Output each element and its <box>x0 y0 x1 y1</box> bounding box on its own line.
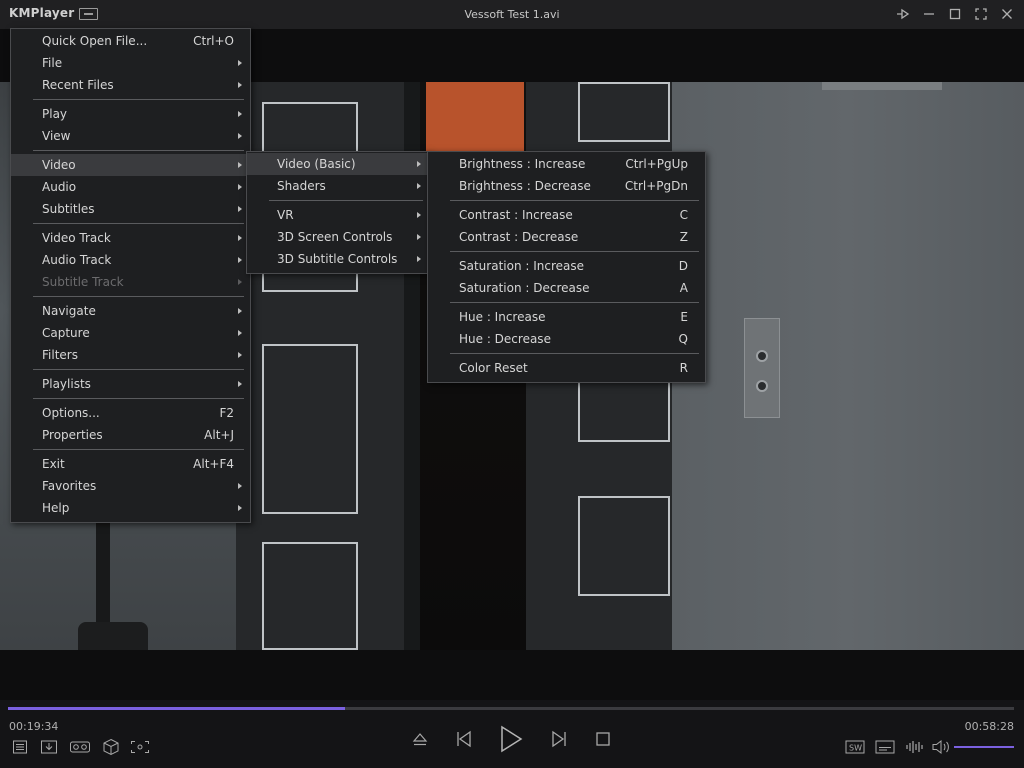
menu-item-subtitles[interactable]: Subtitles <box>11 198 250 220</box>
submenu-arrow-icon <box>417 256 421 262</box>
submenu-arrow-icon <box>417 212 421 218</box>
submenu-arrow-icon <box>238 111 242 117</box>
submenu-arrow-icon <box>238 82 242 88</box>
menu-item-recent-files[interactable]: Recent Files <box>11 74 250 96</box>
menu-item-filters[interactable]: Filters <box>11 344 250 366</box>
video-submenu: Video (Basic) Shaders VR 3D Screen Contr… <box>246 151 430 274</box>
menu-item-vr[interactable]: VR <box>247 204 429 226</box>
submenu-arrow-icon <box>238 505 242 511</box>
menu-separator <box>247 197 429 204</box>
menu-item-properties[interactable]: Properties Alt+J <box>11 424 250 446</box>
volume-icon[interactable] <box>930 738 952 756</box>
submenu-arrow-icon <box>238 257 242 263</box>
menu-item-subtitle-track: Subtitle Track <box>11 271 250 293</box>
menu-separator <box>11 96 250 103</box>
menu-item-video-basic[interactable]: Video (Basic) <box>247 153 429 175</box>
previous-icon[interactable] <box>453 729 475 749</box>
menu-item-video-track[interactable]: Video Track <box>11 227 250 249</box>
menu-item-brightness-increase[interactable]: Brightness : Increase Ctrl+PgUp <box>428 153 705 175</box>
submenu-arrow-icon <box>238 133 242 139</box>
pin-icon[interactable] <box>892 4 914 24</box>
submenu-arrow-icon <box>238 60 242 66</box>
menu-separator <box>11 293 250 300</box>
stop-icon[interactable] <box>594 730 612 748</box>
playlist-icon[interactable] <box>11 739 29 755</box>
menu-separator <box>11 147 250 154</box>
menu-item-exit[interactable]: Exit Alt+F4 <box>11 453 250 475</box>
submenu-arrow-icon <box>238 483 242 489</box>
submenu-arrow-icon <box>417 161 421 167</box>
menu-separator <box>11 446 250 453</box>
menu-separator <box>428 299 705 306</box>
menu-item-shaders[interactable]: Shaders <box>247 175 429 197</box>
menu-separator <box>11 395 250 402</box>
total-time: 00:58:28 <box>964 720 1014 733</box>
close-icon[interactable] <box>996 4 1018 24</box>
submenu-arrow-icon <box>238 352 242 358</box>
submenu-arrow-icon <box>238 162 242 168</box>
menu-separator <box>11 220 250 227</box>
audio-wave-icon[interactable] <box>904 739 926 755</box>
main-context-menu: Quick Open File... Ctrl+O File Recent Fil… <box>10 28 251 523</box>
submenu-arrow-icon <box>238 206 242 212</box>
menu-item-hue-increase[interactable]: Hue : Increase E <box>428 306 705 328</box>
download-icon[interactable] <box>39 739 59 755</box>
menu-item-color-reset[interactable]: Color Reset R <box>428 357 705 379</box>
menu-item-saturation-increase[interactable]: Saturation : Increase D <box>428 255 705 277</box>
menu-item-quick-open[interactable]: Quick Open File... Ctrl+O <box>11 30 250 52</box>
play-icon[interactable] <box>497 724 525 754</box>
menu-item-playlists[interactable]: Playlists <box>11 373 250 395</box>
vr-headset-icon[interactable] <box>68 739 92 755</box>
menu-item-audio-track[interactable]: Audio Track <box>11 249 250 271</box>
minimize-icon[interactable] <box>918 4 940 24</box>
menu-item-favorites[interactable]: Favorites <box>11 475 250 497</box>
submenu-arrow-icon <box>238 381 242 387</box>
submenu-arrow-icon <box>238 330 242 336</box>
title-bar: KMPlayer Vessoft Test 1.avi <box>0 0 1024 29</box>
menu-item-options[interactable]: Options... F2 <box>11 402 250 424</box>
maximize-icon[interactable] <box>944 4 966 24</box>
seek-bar-progress <box>8 707 345 710</box>
menu-separator <box>428 350 705 357</box>
eject-icon[interactable] <box>410 730 430 748</box>
submenu-arrow-icon <box>238 308 242 314</box>
menu-item-capture[interactable]: Capture <box>11 322 250 344</box>
subtitle-icon[interactable] <box>874 739 896 755</box>
menu-separator <box>428 197 705 204</box>
menu-item-contrast-decrease[interactable]: Contrast : Decrease Z <box>428 226 705 248</box>
menu-item-3d-screen-controls[interactable]: 3D Screen Controls <box>247 226 429 248</box>
menu-separator <box>11 366 250 373</box>
menu-item-hue-decrease[interactable]: Hue : Decrease Q <box>428 328 705 350</box>
window-title: Vessoft Test 1.avi <box>464 8 560 21</box>
capture-icon[interactable] <box>129 739 151 755</box>
menu-item-help[interactable]: Help <box>11 497 250 519</box>
video-basic-submenu: Brightness : Increase Ctrl+PgUp Brightnes… <box>427 151 706 383</box>
fullscreen-icon[interactable] <box>970 4 992 24</box>
svg-text:SW: SW <box>849 744 862 753</box>
menu-item-play[interactable]: Play <box>11 103 250 125</box>
menu-item-brightness-decrease[interactable]: Brightness : Decrease Ctrl+PgDn <box>428 175 705 197</box>
3d-cube-icon[interactable] <box>101 738 121 756</box>
menu-separator <box>428 248 705 255</box>
subtitle-sw-icon[interactable]: SW <box>844 739 866 755</box>
menu-item-navigate[interactable]: Navigate <box>11 300 250 322</box>
submenu-arrow-icon <box>238 235 242 241</box>
menu-item-3d-subtitle-controls[interactable]: 3D Subtitle Controls <box>247 248 429 270</box>
menu-item-video[interactable]: Video <box>11 154 250 176</box>
next-icon[interactable] <box>548 729 570 749</box>
menu-item-contrast-increase[interactable]: Contrast : Increase C <box>428 204 705 226</box>
menu-item-saturation-decrease[interactable]: Saturation : Decrease A <box>428 277 705 299</box>
submenu-arrow-icon <box>417 183 421 189</box>
submenu-arrow-icon <box>238 184 242 190</box>
submenu-arrow-icon <box>238 279 242 285</box>
submenu-arrow-icon <box>417 234 421 240</box>
video-wall-plate <box>744 318 780 418</box>
menu-item-file[interactable]: File <box>11 52 250 74</box>
current-time: 00:19:34 <box>9 720 59 733</box>
seek-bar[interactable] <box>8 707 1014 710</box>
menu-item-audio[interactable]: Audio <box>11 176 250 198</box>
volume-slider[interactable] <box>954 746 1014 748</box>
menu-item-view[interactable]: View <box>11 125 250 147</box>
